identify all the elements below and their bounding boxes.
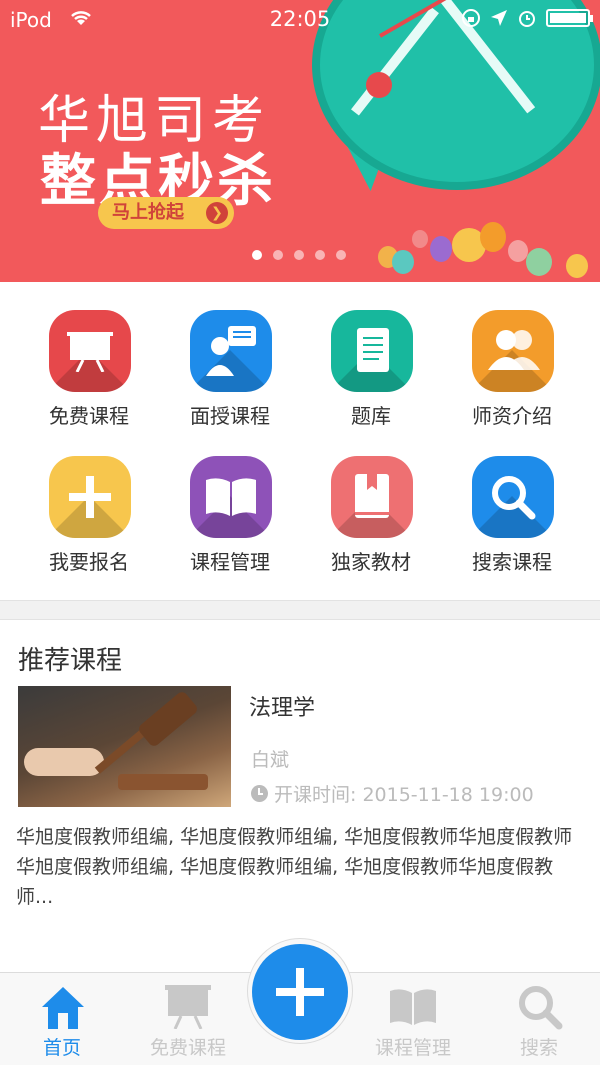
grid-item-faculty[interactable]: 师资介绍 — [437, 310, 587, 460]
grid-item-label: 课程管理 — [190, 550, 270, 574]
tab-search[interactable]: 搜索 — [479, 973, 599, 1065]
hand — [24, 748, 104, 776]
gavel-head — [136, 689, 200, 749]
grid-item-label: 面授课程 — [190, 404, 270, 428]
tab-label: 免费课程 — [149, 1037, 226, 1059]
page-dot[interactable] — [315, 250, 325, 260]
tab-course-management[interactable]: 课程管理 — [353, 973, 473, 1065]
status-bar: iPod 22:05 — [0, 0, 600, 40]
section-divider — [0, 600, 600, 620]
feature-grid: 免费课程 面授课程 题库 师资介绍 我要报名 课程管理 独家教材 搜索课程 — [0, 282, 600, 600]
balloon-decoration — [526, 248, 552, 276]
course-description: 华旭度假教师组编, 华旭度假教师组编, 华旭度假教师华旭度假教师华旭度假教师组编… — [16, 826, 573, 908]
grid-item-search-courses[interactable]: 搜索课程 — [437, 456, 587, 606]
tab-free-courses[interactable]: 免费课程 — [128, 973, 248, 1065]
balloon-decoration — [412, 230, 428, 248]
people-icon — [472, 310, 554, 392]
course-title[interactable]: 法理学 — [249, 690, 315, 722]
grid-item-label: 搜索课程 — [472, 550, 552, 574]
course-start-time: 开课时间: 2015-11-18 19:00 — [251, 780, 534, 807]
scroll-document-icon — [331, 310, 413, 392]
grid-item-label: 师资介绍 — [472, 404, 552, 428]
grid-item-label: 题库 — [351, 404, 391, 428]
open-book-icon — [390, 989, 436, 1025]
balloon-decoration — [480, 222, 506, 252]
balloon-decoration — [566, 254, 588, 278]
course-teacher: 白斌 — [251, 749, 290, 771]
plus-icon — [296, 968, 304, 1016]
location-arrow-icon — [491, 10, 507, 26]
grid-item-free-courses[interactable]: 免费课程 — [14, 310, 164, 460]
open-book-icon — [190, 456, 272, 538]
center-add-button[interactable] — [252, 944, 348, 1040]
tab-label: 首页 — [42, 1037, 81, 1059]
course-time-label: 开课时间: 2015-11-18 19:00 — [274, 784, 534, 806]
alarm-icon — [519, 11, 535, 27]
clock-center — [366, 72, 392, 98]
grid-item-enroll[interactable]: 我要报名 — [14, 456, 164, 606]
page-dot[interactable] — [336, 250, 346, 260]
plus-icon — [49, 456, 131, 538]
presentation-board-icon — [49, 310, 131, 392]
section-title: 推荐课程 — [18, 646, 123, 676]
grid-item-question-bank[interactable]: 题库 — [296, 310, 446, 460]
grid-item-label: 我要报名 — [49, 550, 129, 574]
course-thumbnail[interactable] — [18, 686, 231, 807]
clock-icon — [251, 785, 268, 802]
banner-page-indicator[interactable] — [252, 250, 346, 260]
balloon-decoration — [392, 250, 414, 274]
page-dot[interactable] — [273, 250, 283, 260]
grid-item-exclusive-materials[interactable]: 独家教材 — [296, 456, 446, 606]
grid-item-label: 独家教材 — [331, 550, 411, 574]
search-icon — [472, 456, 554, 538]
presentation-board-icon — [165, 985, 211, 1029]
grid-item-course-management[interactable]: 课程管理 — [155, 456, 305, 606]
tab-home[interactable]: 首页 — [2, 973, 122, 1065]
banner-cta-button[interactable]: 马上抢起 ❯ — [98, 197, 234, 229]
balloon-decoration — [508, 240, 528, 262]
search-icon — [519, 986, 563, 1030]
status-icons — [461, 8, 593, 28]
battery-icon — [546, 9, 593, 27]
teacher-speech-icon — [190, 310, 272, 392]
grid-item-label: 免费课程 — [49, 404, 129, 428]
banner-cta-label: 马上抢起 — [112, 202, 184, 223]
tab-label: 搜索 — [519, 1037, 558, 1059]
tab-label: 课程管理 — [374, 1037, 451, 1059]
home-icon — [42, 987, 84, 1029]
balloon-decoration — [430, 236, 452, 262]
bookmarked-book-icon — [331, 456, 413, 538]
gavel-base — [118, 774, 208, 790]
page-dot[interactable] — [252, 250, 262, 260]
rotation-lock-icon — [462, 9, 480, 27]
promo-banner[interactable]: iPod 22:05 华旭司考 整点秒杀 马上抢起 ❯ — [0, 0, 600, 282]
grid-item-in-person-courses[interactable]: 面授课程 — [155, 310, 305, 460]
page-dot[interactable] — [294, 250, 304, 260]
chevron-right-icon: ❯ — [206, 202, 228, 224]
